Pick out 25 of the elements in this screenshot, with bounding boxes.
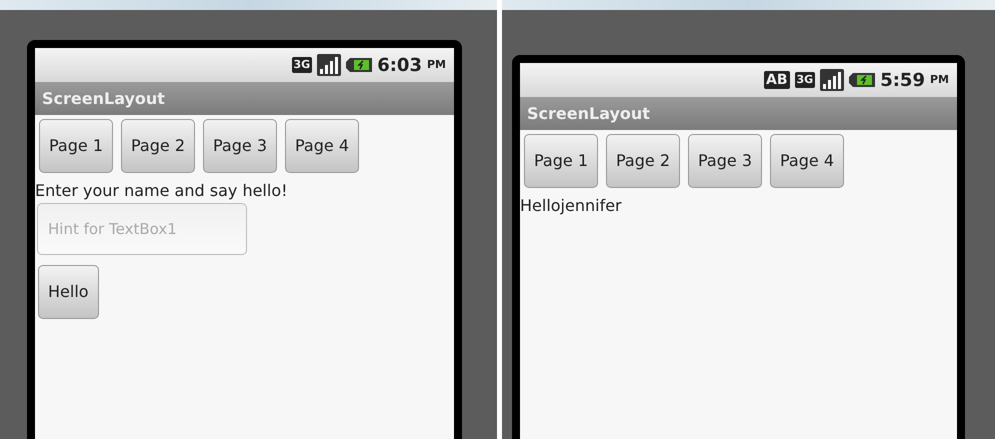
battery-icon [346,56,372,74]
signal-icon [317,54,342,76]
network-type-icon: 3G [292,57,312,73]
page-button[interactable]: Page 4 [285,119,359,173]
clock-meridiem: PM [930,72,949,88]
page-button[interactable]: Page 3 [203,119,277,173]
page-button[interactable]: Page 1 [524,134,598,188]
label-text: Enter your name and say hello! [35,181,288,200]
text-input[interactable]: Hint for TextBox1 [37,203,247,256]
app-title-bar: ScreenLayout [520,97,957,130]
page-button[interactable]: Page 3 [688,134,762,188]
label-text: Hellojennifer [520,196,622,216]
page-button[interactable]: Page 2 [606,134,680,188]
clock: 5:59 [880,68,925,92]
page-button[interactable]: Page 1 [39,119,113,173]
network-type-icon: 3G [794,72,816,88]
clock: 6:03 [377,54,422,78]
battery-icon [849,71,876,89]
notification-icon: AB [764,70,790,90]
signal-icon [820,69,844,91]
page-button[interactable]: Page 2 [121,119,195,173]
app-title-bar: ScreenLayout [35,82,454,115]
page-button[interactable]: Page 4 [770,134,844,188]
clock-meridiem: PM [426,56,446,73]
hello-button[interactable]: Hello [38,265,99,320]
